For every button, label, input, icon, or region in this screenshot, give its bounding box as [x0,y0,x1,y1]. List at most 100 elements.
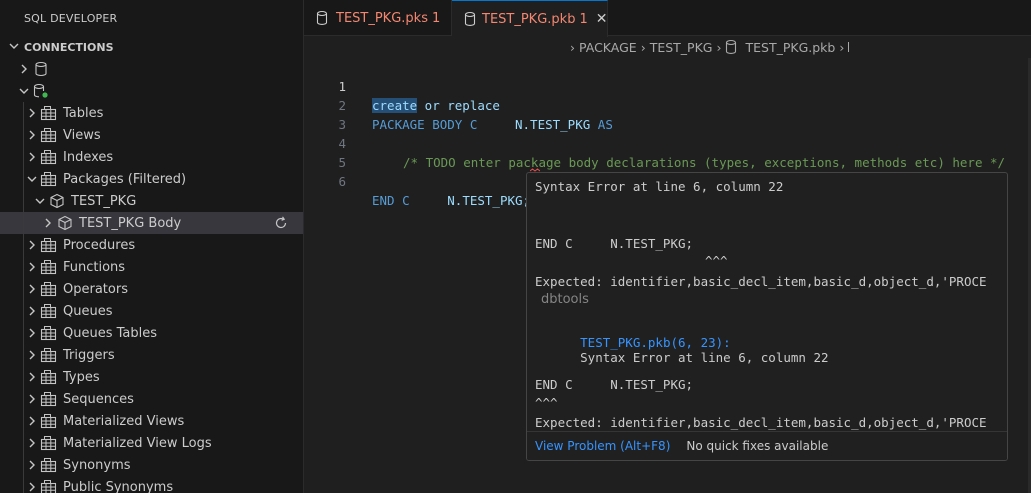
hover-status-bar: View Problem (Alt+F8) No quick fixes ava… [527,431,1007,460]
indent-guide [23,102,24,493]
folder-table-icon [40,127,58,143]
folder-table-icon [40,457,58,473]
database-icon [32,61,50,77]
sidebar-item-operators[interactable]: Operators [0,278,303,300]
sidebar-item-label: TEST_PKG Body [79,215,182,231]
chevron-right-icon [24,347,40,363]
sidebar-item-label: Tables [63,105,104,121]
sidebar-item-materialized-views[interactable]: Materialized Views [0,410,303,432]
sidebar-item-label: Functions [63,259,126,275]
error-source: dbtools [541,292,589,307]
code-line-6: 6 END C N.TEST_PKG; [304,153,1031,208]
sidebar-item-sequences[interactable]: Sequences [0,388,303,410]
sidebar-item-label: Packages (Filtered) [63,171,187,187]
sidebar-item-queues-tables[interactable]: Queues Tables [0,322,303,344]
breadcrumb-item-package[interactable]: PACKAGE [579,40,637,55]
package-icon [48,193,66,209]
sidebar-item-queues[interactable]: Queues [0,300,303,322]
tab-test-pkg-pks[interactable]: TEST_PKG.pks 1 [304,0,452,36]
folder-table-icon [40,237,58,253]
sidebar-item-procedures[interactable]: Procedures [0,234,303,256]
chevron-down-icon [24,171,40,187]
sidebar-item-label: Views [63,127,101,143]
chevron-right-icon [24,149,40,165]
no-quick-fixes-label: No quick fixes available [686,439,829,453]
chevron-right-icon [24,303,40,319]
sidebar-item-label: Triggers [63,347,115,363]
chevron-right-icon: › [716,39,722,55]
code-line-4: 4 /* TODO enter package body declaration… [304,115,1031,170]
folder-table-icon [40,149,58,165]
breadcrumb-item-test-pkg[interactable]: TEST_PKG [650,40,713,55]
refresh-icon[interactable] [273,215,289,231]
problem-location-link[interactable]: TEST_PKG.pkb(6, 23): [580,335,731,350]
code-line-3: 3 [304,96,1031,132]
chevron-right-icon [24,105,40,121]
close-icon[interactable]: ✕ [596,11,608,27]
sidebar-item-label: Procedures [63,237,136,253]
error-expected: Expected: identifier,basic_decl_item,bas… [535,415,987,430]
connections-section-label: CONNECTIONS [24,40,114,54]
sidebar-item-packages[interactable]: Packages (Filtered) [0,168,303,190]
chevron-right-icon [24,127,40,143]
chevron-right-icon [24,413,40,429]
chevron-right-icon [24,369,40,385]
sidebar-item-synonyms[interactable]: Synonyms [0,454,303,476]
sidebar-item-label: Operators [63,281,128,297]
code-text: N.TEST_PKG; [447,193,531,208]
line-number: 6 [338,174,346,189]
tab-test-pkg-pkb[interactable]: TEST_PKG.pkb 1 ✕ [452,0,608,37]
tab-problem-count: 1 [431,10,441,26]
sidebar-item-functions[interactable]: Functions [0,256,303,278]
code-line-1: 1 create or replace [304,58,1031,113]
sidebar-item-label: Materialized Views [63,413,185,429]
sidebar-title: SQL DEVELOPER [24,12,118,25]
folder-table-icon [40,281,58,297]
sidebar-item-test-pkg[interactable]: TEST_PKG [0,190,303,212]
sidebar-item-triggers[interactable]: Triggers [0,344,303,366]
error-message: Syntax Error at line 6, column 22 [580,350,829,365]
sidebar-item-test-pkg-body[interactable]: TEST_PKG Body [0,212,303,234]
connections-section-header[interactable]: CONNECTIONS [0,36,303,58]
chevron-right-icon [24,325,40,341]
view-problem-button[interactable]: View Problem (Alt+F8) [535,439,670,453]
sidebar-item-label: Queues Tables [63,325,158,341]
sidebar-item-label: Sequences [63,391,134,407]
folder-table-icon [40,413,58,429]
breadcrumb-item-file[interactable]: TEST_PKG.pkb [745,40,835,55]
chevron-right-icon [24,457,40,473]
sidebar-item-label: TEST_PKG [71,193,137,209]
sidebar-item-views[interactable]: Views [0,124,303,146]
sidebar-item-types[interactable]: Types [0,366,303,388]
chevron-right-icon [24,281,40,297]
code-line-2: 2 PACKAGE BODY C N.TEST_PKG AS [304,77,1031,132]
chevron-right-icon [24,259,40,275]
chevron-down-icon [32,193,48,209]
connection-item-1[interactable] [0,58,303,80]
tab-label: TEST_PKG.pkb [482,11,576,27]
folder-table-icon [40,369,58,385]
error-caret: ^^^ [705,253,728,268]
database-file-icon [725,39,739,55]
chevron-down-icon [16,83,32,99]
database-file-icon [464,11,476,27]
hover-content: Syntax Error at line 6, column 22 END C … [527,173,1007,432]
sidebar-item-tables[interactable]: Tables [0,102,303,124]
chevron-right-icon [40,215,56,231]
chevron-right-icon [24,237,40,253]
chevron-right-icon [24,435,40,451]
folder-table-icon [40,479,58,493]
folder-table-icon [40,259,58,275]
package-body-icon [56,215,74,231]
sidebar-item-indexes[interactable]: Indexes [0,146,303,168]
chevron-right-icon [16,61,32,77]
folder-table-icon [40,325,58,341]
chevron-right-icon [24,479,40,493]
chevron-down-icon [8,40,24,55]
error-code-line: END C N.TEST_PKG; [535,377,694,392]
connection-tree: Tables Views Indexes Packages (Filtered) TES… [0,102,303,493]
connection-item-2[interactable] [0,80,303,102]
chevron-right-icon: › [570,39,575,55]
sidebar-item-public-synonyms[interactable]: Public Synonyms [0,476,303,493]
sidebar-item-materialized-view-logs[interactable]: Materialized View Logs [0,432,303,454]
